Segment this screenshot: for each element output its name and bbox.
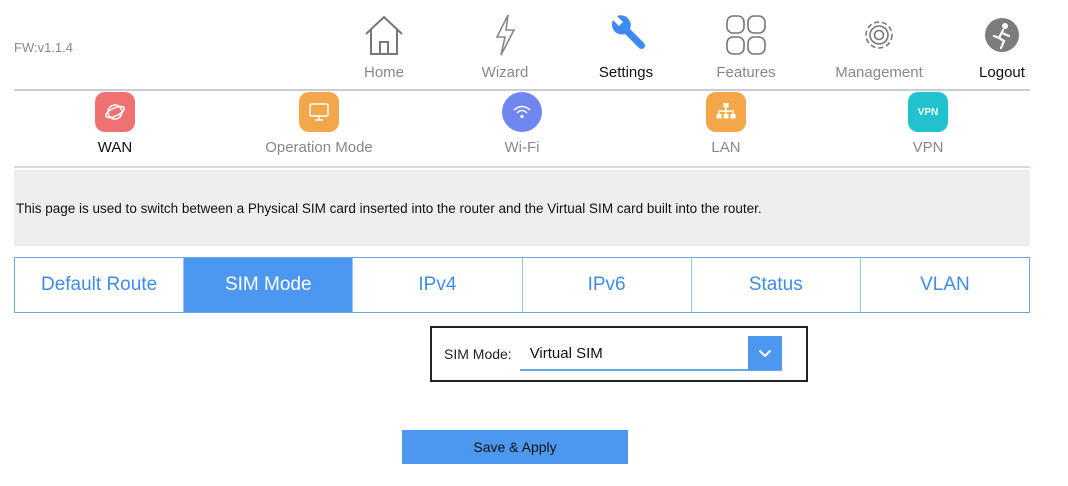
- nav-features[interactable]: Features: [686, 10, 806, 81]
- wan-globe-icon: [95, 92, 135, 132]
- subnav-lan-label: LAN: [711, 139, 741, 156]
- subnav-vpn-label: VPN: [912, 139, 944, 156]
- wifi-icon: [502, 92, 542, 132]
- top-navigation: Home Wizard Settings Features Management…: [0, 0, 1068, 90]
- subnav-wifi[interactable]: Wi-Fi: [452, 92, 592, 156]
- vpn-badge-text: VPN: [917, 106, 939, 118]
- tab-sim-mode[interactable]: SIM Mode: [184, 258, 354, 312]
- nav-features-label: Features: [716, 64, 776, 81]
- sim-mode-label: SIM Mode:: [444, 346, 512, 362]
- grid-icon: [686, 10, 806, 60]
- settings-subnav: WAN Operation Mode Wi-Fi LAN VPN VPN: [0, 92, 1068, 164]
- monitor-icon: [299, 92, 339, 132]
- nav-logout[interactable]: Logout: [942, 10, 1062, 81]
- subnav-wifi-label: Wi-Fi: [504, 139, 540, 156]
- wan-tabs: Default Route SIM Mode IPv4 IPv6 Status …: [14, 257, 1030, 313]
- tab-ipv4[interactable]: IPv4: [353, 258, 523, 312]
- vpn-icon: VPN: [908, 92, 948, 132]
- subnav-lan[interactable]: LAN: [656, 92, 796, 156]
- nav-wizard[interactable]: Wizard: [445, 10, 565, 81]
- nav-settings[interactable]: Settings: [566, 10, 686, 81]
- chevron-down-icon[interactable]: [747, 336, 782, 370]
- divider: [14, 89, 1030, 91]
- sim-mode-panel: SIM Mode: Virtual SIM: [430, 326, 808, 382]
- tab-vlan[interactable]: VLAN: [861, 258, 1029, 312]
- info-banner: This page is used to switch between a Ph…: [14, 170, 1030, 246]
- nav-settings-label: Settings: [598, 64, 654, 81]
- sim-mode-select[interactable]: Virtual SIM: [519, 336, 782, 371]
- nav-management-label: Management: [835, 64, 923, 81]
- nav-logout-label: Logout: [979, 64, 1025, 81]
- subnav-operation-mode[interactable]: Operation Mode: [249, 92, 389, 156]
- gear-icon: [819, 10, 939, 60]
- subnav-wan-label: WAN: [97, 139, 133, 156]
- wrench-icon: [566, 10, 686, 60]
- nav-home[interactable]: Home: [324, 10, 444, 81]
- nav-wizard-label: Wizard: [481, 64, 529, 81]
- logout-icon: [942, 10, 1062, 60]
- home-icon: [324, 10, 444, 60]
- subnav-vpn[interactable]: VPN VPN: [858, 92, 998, 156]
- divider: [14, 166, 1030, 168]
- save-apply-button[interactable]: Save & Apply: [402, 430, 628, 464]
- subnav-wan[interactable]: WAN: [45, 92, 185, 156]
- info-text: This page is used to switch between a Ph…: [16, 200, 762, 216]
- tab-status[interactable]: Status: [692, 258, 861, 312]
- lightning-icon: [445, 10, 565, 60]
- network-tree-icon: [706, 92, 746, 132]
- tab-ipv6[interactable]: IPv6: [523, 258, 692, 312]
- nav-management[interactable]: Management: [819, 10, 939, 81]
- sim-mode-value: Virtual SIM: [529, 344, 603, 362]
- subnav-operation-mode-label: Operation Mode: [265, 139, 373, 156]
- tab-default-route[interactable]: Default Route: [15, 258, 185, 312]
- nav-home-label: Home: [363, 64, 404, 81]
